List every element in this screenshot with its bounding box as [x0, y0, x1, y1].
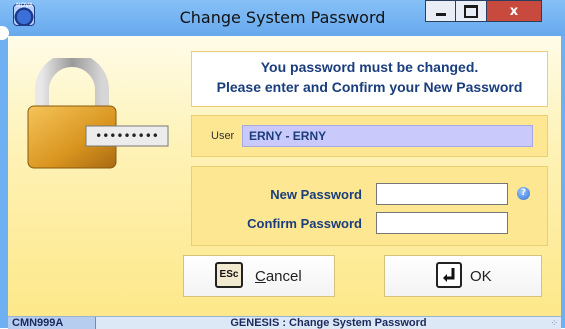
enter-key-icon: [436, 262, 462, 288]
help-icon[interactable]: ?: [517, 187, 530, 200]
ok-button[interactable]: OK: [384, 255, 542, 297]
resize-grip-icon[interactable]: ⁘: [550, 318, 558, 329]
dialog-window: NOVA Change System Password x ••••••••• …: [0, 0, 565, 329]
status-code: CMN999A: [8, 317, 96, 329]
user-panel: User ERNY - ERNY: [191, 115, 548, 157]
esc-key-icon: ESc: [215, 262, 243, 288]
status-bar: CMN999A GENESIS : Change System Password…: [8, 316, 561, 329]
title-bar[interactable]: NOVA Change System Password x: [0, 0, 565, 36]
new-password-label: New Password: [270, 187, 362, 202]
minimize-button[interactable]: [425, 0, 456, 22]
minimize-icon: [435, 12, 446, 16]
cancel-button[interactable]: ESc Cancel: [183, 255, 335, 297]
padlock-icon: •••••••••: [27, 58, 169, 169]
cancel-label: Cancel: [255, 268, 302, 285]
ok-label: OK: [470, 268, 492, 285]
message-line-2: Please enter and Confirm your New Passwo…: [216, 79, 523, 95]
user-field: ERNY - ERNY: [242, 125, 533, 147]
dialog-body: ••••••••• You password must be changed. …: [8, 36, 561, 316]
maximize-icon: [464, 4, 478, 18]
close-button[interactable]: x: [487, 0, 542, 22]
maximize-button[interactable]: [456, 0, 487, 22]
close-icon: x: [509, 3, 519, 19]
message-panel: You password must be changed. Please ent…: [191, 51, 548, 107]
new-password-input[interactable]: [376, 183, 508, 205]
message-line-1: You password must be changed.: [260, 59, 479, 75]
password-panel: New Password ? Confirm Password: [191, 166, 548, 246]
confirm-password-input[interactable]: [376, 212, 508, 234]
lock-masked-text: •••••••••: [95, 129, 159, 143]
user-label: User: [211, 130, 235, 142]
status-text: GENESIS : Change System Password: [230, 317, 427, 329]
confirm-password-label: Confirm Password: [247, 216, 362, 231]
